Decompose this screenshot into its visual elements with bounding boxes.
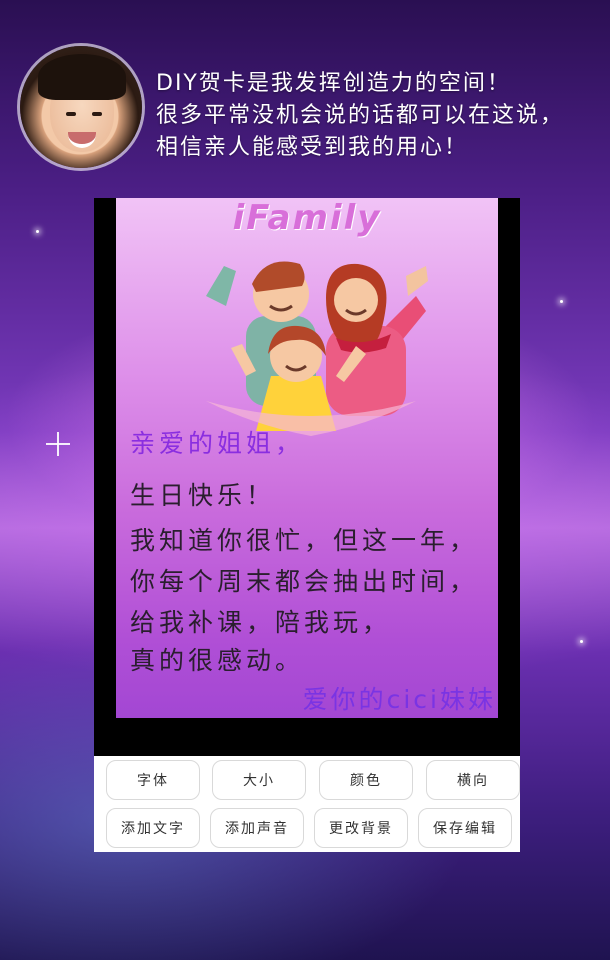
- orientation-button[interactable]: 横向: [426, 760, 520, 800]
- card-line: 亲爱的姐姐，: [130, 429, 305, 458]
- card-line: 我知道你很忙，但这一年，: [130, 526, 479, 555]
- change-background-button[interactable]: 更改背景: [314, 808, 408, 848]
- sparkle: [580, 640, 583, 643]
- card-line: 给我补课，陪我玩，: [130, 608, 392, 637]
- header: DIY贺卡是我发挥创造力的空间！ 很多平常没机会说的话都可以在这说， 相信亲人能…: [0, 0, 610, 190]
- add-sound-button[interactable]: 添加声音: [210, 808, 304, 848]
- lens-flare: [46, 432, 70, 456]
- color-button[interactable]: 颜色: [319, 760, 413, 800]
- card-line: 生日快乐！: [130, 481, 276, 510]
- avatar-eye: [92, 112, 102, 116]
- card-line: 你每个周末都会抽出时间，: [130, 567, 479, 596]
- avatar-eye: [66, 112, 76, 116]
- add-text-button[interactable]: 添加文字: [106, 808, 200, 848]
- greeting-card[interactable]: iFamily 亲爱的姐姐， 生日快乐！ 我知道你很忙，但这一年， 你每个周末都…: [116, 198, 498, 718]
- save-edit-button[interactable]: 保存编辑: [418, 808, 512, 848]
- avatar-hair: [38, 54, 126, 100]
- sparkle: [36, 230, 39, 233]
- size-button[interactable]: 大小: [212, 760, 306, 800]
- edit-toolbar: 字体 大小 颜色 横向 添加文字 添加声音 更改背景 保存编辑: [94, 756, 520, 852]
- avatar: [20, 46, 142, 168]
- card-line: 真的很感动。: [130, 646, 305, 675]
- font-button[interactable]: 字体: [106, 760, 200, 800]
- intro-line: DIY贺卡是我发挥创造力的空间！: [156, 71, 511, 96]
- family-illustration-icon: [206, 261, 428, 436]
- card-signature: 爱你的cici妹妹: [302, 685, 496, 714]
- sparkle: [560, 300, 563, 303]
- intro-line: 相信亲人能感受到我的用心！: [156, 135, 469, 160]
- intro-line: 很多平常没机会说的话都可以在这说，: [156, 103, 565, 128]
- intro-text: DIY贺卡是我发挥创造力的空间！ 很多平常没机会说的话都可以在这说， 相信亲人能…: [156, 68, 606, 164]
